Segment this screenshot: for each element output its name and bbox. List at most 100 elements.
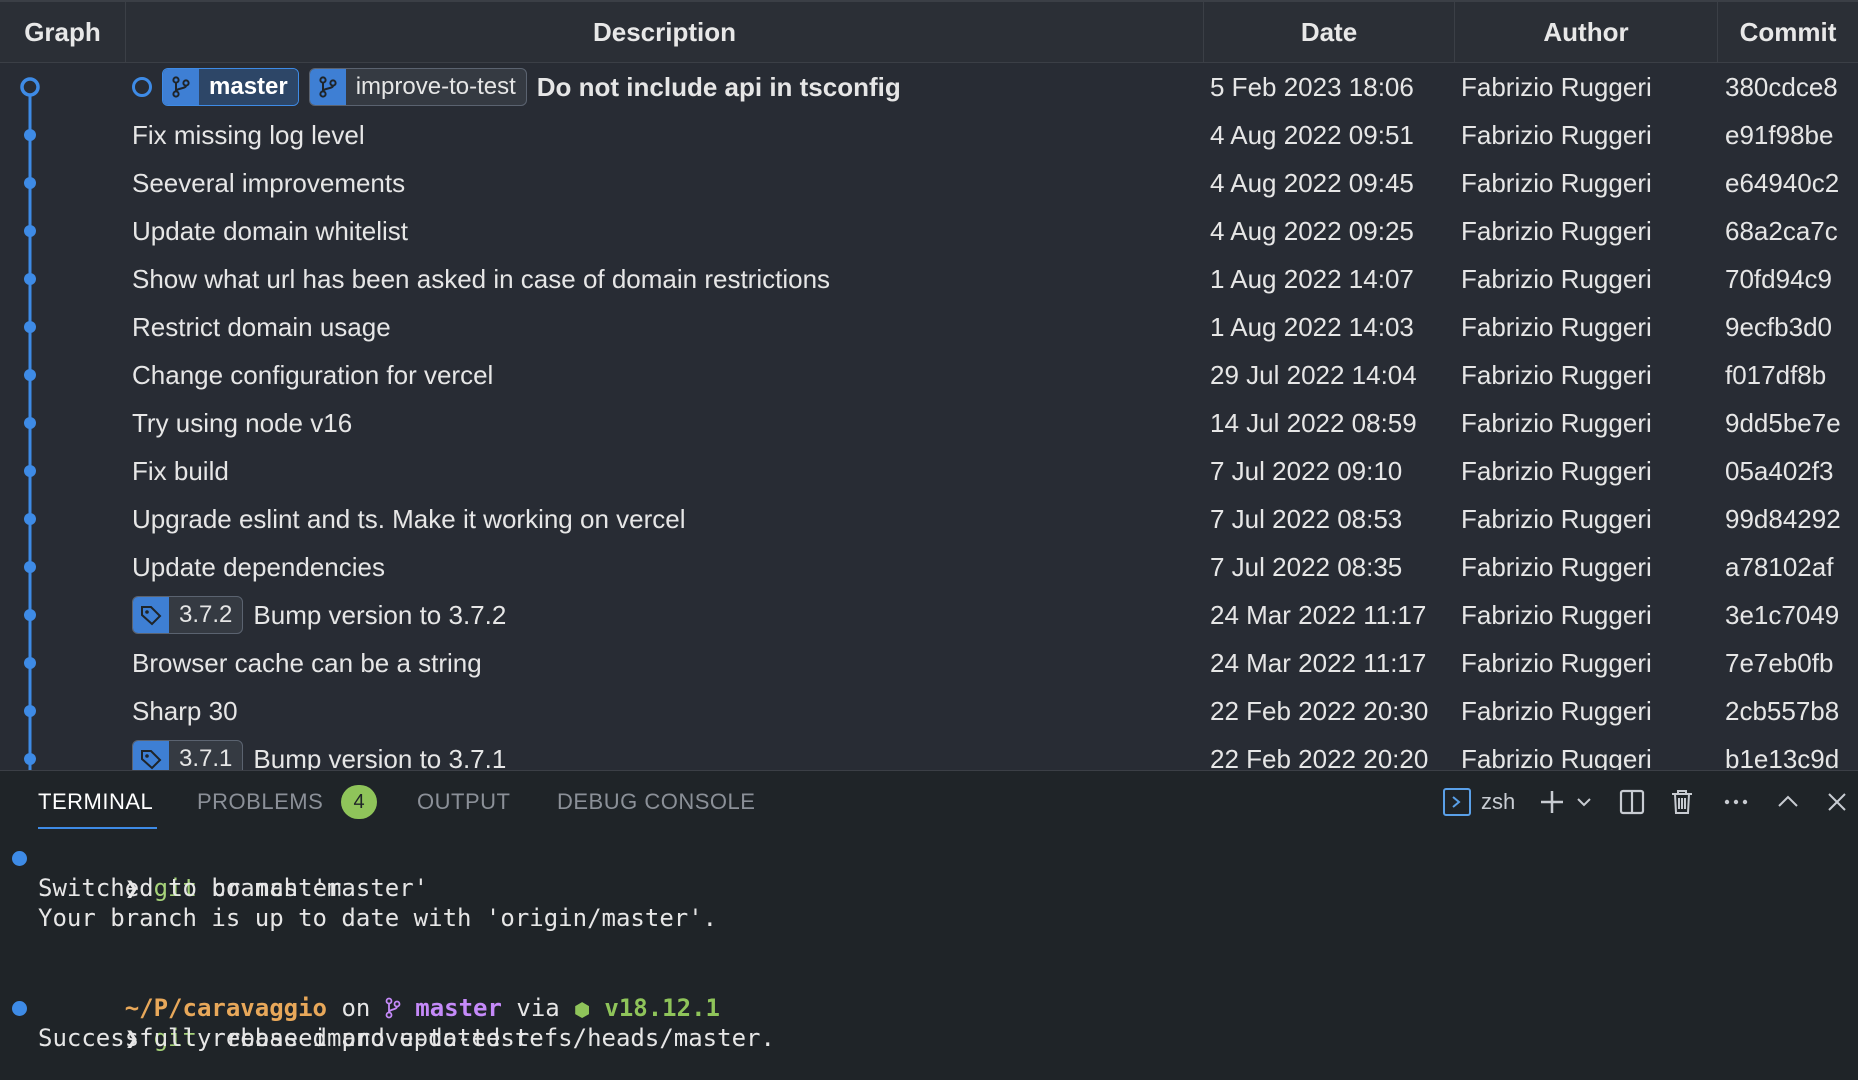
commit-hash: 3e1c7049	[1725, 599, 1840, 630]
graph-table-header: Graph Description Date Author Commit	[0, 0, 1858, 63]
commit-message: Upgrade eslint and ts. Make it working o…	[132, 503, 686, 534]
commit-hash: b1e13c9d	[1725, 743, 1840, 771]
tag-badge[interactable]: 3.7.1	[132, 740, 244, 770]
commit-description: Browser cache can be a string	[132, 639, 1202, 687]
branch-icon	[163, 69, 199, 105]
terminal-shell-selector[interactable]: zsh	[1443, 785, 1515, 819]
panel-tabs: TERMINAL PROBLEMS 4 OUTPUT DEBUG CONSOLE…	[0, 771, 1858, 833]
commit-author: Fabrizio Ruggeri	[1461, 743, 1652, 771]
commit-author: Fabrizio Ruggeri	[1461, 455, 1652, 486]
column-header-description[interactable]: Description	[126, 2, 1204, 63]
commit-hash: 68a2ca7c	[1725, 215, 1838, 246]
commit-message: Change configuration for vercel	[132, 359, 494, 390]
commit-author: Fabrizio Ruggeri	[1461, 311, 1652, 342]
commit-date: 24 Mar 2022 11:17	[1210, 647, 1427, 678]
chevron-up-icon	[1778, 795, 1798, 807]
commit-row[interactable]: Browser cache can be a string 24 Mar 2022…	[0, 639, 1858, 687]
new-terminal-button[interactable]	[1538, 785, 1566, 819]
commit-row[interactable]: Try using node v16 14 Jul 2022 08:59 Fabri…	[0, 399, 1858, 447]
commit-hash: f017df8b	[1725, 359, 1827, 390]
branch-icon	[309, 69, 346, 105]
problems-count-badge: 4	[341, 785, 378, 819]
terminal-line: ❯ git rebase improve-to-test	[0, 993, 1858, 1052]
commit-date: 7 Jul 2022 08:53	[1210, 503, 1403, 534]
terminal-icon	[1443, 788, 1471, 816]
commit-row[interactable]: Sharp 30 22 Feb 2022 20:30 Fabrizio Rugger…	[0, 687, 1858, 735]
commit-date: 1 Aug 2022 14:03	[1210, 311, 1414, 342]
commit-row[interactable]: Fix build 7 Jul 2022 09:10 Fabrizio Rugger…	[0, 447, 1858, 495]
more-actions-button[interactable]	[1722, 785, 1750, 819]
tag-badge[interactable]: 3.7.2	[132, 596, 244, 634]
commit-row[interactable]: Upgrade eslint and ts. Make it working o…	[0, 495, 1858, 543]
commit-row[interactable]: Restrict domain usage 1 Aug 2022 14:03 Fab…	[0, 303, 1858, 351]
column-header-commit[interactable]: Commit	[1718, 2, 1858, 63]
split-icon	[1619, 789, 1645, 815]
commit-row[interactable]: master improve-to-test Do not include api …	[0, 63, 1858, 111]
close-icon	[1828, 793, 1846, 811]
commit-date: 7 Jul 2022 08:35	[1210, 551, 1403, 582]
commit-date: 14 Jul 2022 08:59	[1210, 407, 1417, 438]
kill-terminal-button[interactable]	[1669, 785, 1695, 819]
commit-message: Update dependencies	[132, 551, 385, 582]
split-terminal-button[interactable]	[1618, 785, 1646, 819]
terminal-profiles-dropdown[interactable]	[1575, 785, 1593, 819]
commit-row[interactable]: Seeveral improvements 4 Aug 2022 09:45 Fab…	[0, 159, 1858, 207]
commit-row[interactable]: Update domain whitelist 4 Aug 2022 09:25 F…	[0, 207, 1858, 255]
branch-badge[interactable]: improve-to-test	[308, 68, 527, 106]
column-header-date[interactable]: Date	[1204, 2, 1455, 63]
command-decoration-icon[interactable]	[12, 1001, 27, 1016]
commit-author: Fabrizio Ruggeri	[1461, 695, 1652, 726]
commit-message: Fix build	[132, 455, 229, 486]
commit-hash: 70fd94c9	[1725, 263, 1832, 294]
column-header-author[interactable]: Author	[1455, 2, 1718, 63]
command-decoration-icon[interactable]	[12, 851, 27, 866]
commit-date: 4 Aug 2022 09:45	[1210, 167, 1414, 198]
tag-icon	[133, 597, 169, 633]
column-header-graph[interactable]: Graph	[0, 2, 126, 63]
commit-hash: 99d84292	[1725, 503, 1841, 534]
commit-description: Show what url has been asked in case of …	[132, 255, 1202, 303]
close-panel-button[interactable]	[1826, 785, 1848, 819]
terminal-line: ❯ git co master	[0, 843, 1858, 902]
commit-description: Fix build	[132, 447, 1202, 495]
terminal-panel: TERMINAL PROBLEMS 4 OUTPUT DEBUG CONSOLE…	[0, 770, 1858, 1080]
tab-problems-label: PROBLEMS	[197, 789, 324, 814]
commit-description: Restrict domain usage	[132, 303, 1202, 351]
commit-description: 3.7.1 Bump version to 3.7.1	[132, 735, 1202, 770]
commit-hash: e91f98be	[1725, 119, 1834, 150]
commit-row[interactable]: Show what url has been asked in case of …	[0, 255, 1858, 303]
tab-output[interactable]: OUTPUT	[417, 771, 510, 833]
branch-badge[interactable]: master	[162, 68, 299, 106]
commit-message: Seeveral improvements	[132, 167, 406, 198]
commit-message: Bump version to 3.7.1	[253, 743, 507, 771]
commit-description: Update domain whitelist	[132, 207, 1202, 255]
tab-terminal-label: TERMINAL	[38, 789, 154, 814]
commit-author: Fabrizio Ruggeri	[1461, 599, 1652, 630]
terminal-line: Your branch is up to date with 'origin/m…	[38, 904, 718, 932]
commit-hash: 2cb557b8	[1725, 695, 1840, 726]
ref-label: improve-to-test	[355, 73, 516, 100]
maximize-panel-button[interactable]	[1776, 785, 1800, 819]
commit-author: Fabrizio Ruggeri	[1461, 503, 1652, 534]
tab-problems[interactable]: PROBLEMS 4	[197, 771, 378, 833]
ref-label: master	[199, 69, 298, 105]
commit-row[interactable]: 3.7.1 Bump version to 3.7.1 22 Feb 2022 20…	[0, 735, 1858, 770]
tab-debug-console[interactable]: DEBUG CONSOLE	[557, 771, 755, 833]
commit-row[interactable]: Change configuration for vercel 29 Jul 20…	[0, 351, 1858, 399]
commit-row[interactable]: Update dependencies 7 Jul 2022 08:35 Fabri…	[0, 543, 1858, 591]
commit-message: Bump version to 3.7.2	[253, 599, 507, 630]
commit-row[interactable]: Fix missing log level 4 Aug 2022 09:51 Fab…	[0, 111, 1858, 159]
tab-terminal[interactable]: TERMINAL	[38, 771, 158, 833]
commit-description: Upgrade eslint and ts. Make it working o…	[132, 495, 1202, 543]
ellipsis-icon	[1724, 799, 1748, 805]
commit-row[interactable]: 3.7.2 Bump version to 3.7.2 24 Mar 2022 11…	[0, 591, 1858, 639]
commit-message: Restrict domain usage	[132, 311, 391, 342]
commit-description: Fix missing log level	[132, 111, 1202, 159]
commit-author: Fabrizio Ruggeri	[1461, 647, 1652, 678]
commit-hash: a78102af	[1725, 551, 1834, 582]
commit-message: Try using node v16	[132, 407, 353, 438]
terminal-output[interactable]: ❯ git co master Switched to branch 'mast…	[0, 843, 1858, 1053]
commit-message: Update domain whitelist	[132, 215, 409, 246]
tag-icon	[133, 741, 169, 770]
